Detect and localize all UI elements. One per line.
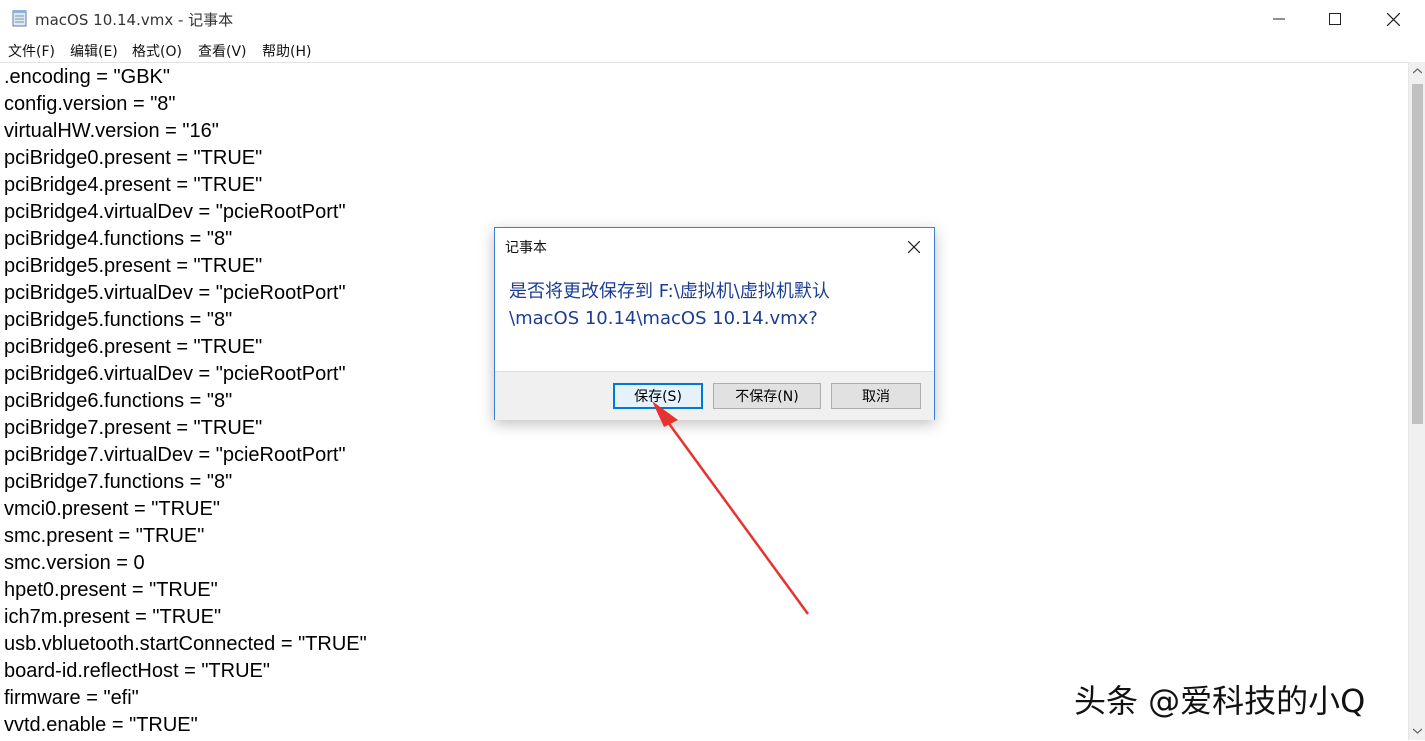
text-line: pciBridge5.functions = "8" — [4, 309, 233, 331]
dialog-title: 记事本 — [505, 240, 547, 256]
menu-edit[interactable]: 编辑(E) — [70, 41, 118, 61]
text-line: vmci0.present = "TRUE" — [4, 498, 220, 520]
dont-save-button[interactable]: 不保存(N) — [713, 383, 821, 409]
text-line: vvtd.enable = "TRUE" — [4, 714, 198, 736]
dialog-message-line: \macOS 10.14\macOS 10.14.vmx? — [509, 308, 818, 329]
text-line: pciBridge4.present = "TRUE" — [4, 174, 263, 196]
text-line: pciBridge0.present = "TRUE" — [4, 147, 263, 169]
dialog-message-line: 是否将更改保存到 F:\虚拟机\虚拟机默认 — [509, 281, 830, 302]
close-icon — [908, 241, 920, 253]
text-line: pciBridge7.present = "TRUE" — [4, 417, 263, 439]
menu-view[interactable]: 查看(V) — [198, 41, 247, 61]
close-button[interactable] — [1364, 0, 1422, 38]
menu-bar: 文件(F) 编辑(E) 格式(O) 查看(V) 帮助(H) — [0, 38, 1425, 62]
text-line: config.version = "8" — [4, 93, 176, 115]
window-title: macOS 10.14.vmx - 记事本 — [35, 11, 234, 29]
menu-help[interactable]: 帮助(H) — [262, 41, 311, 61]
text-line: pciBridge6.functions = "8" — [4, 390, 233, 412]
text-line: pciBridge6.virtualDev = "pcieRootPort" — [4, 363, 346, 385]
maximize-icon — [1329, 13, 1341, 25]
text-line: board-id.reflectHost = "TRUE" — [4, 660, 270, 682]
menu-file[interactable]: 文件(F) — [8, 41, 55, 61]
notepad-icon — [12, 10, 27, 27]
maximize-button[interactable] — [1306, 0, 1364, 38]
minimize-button[interactable] — [1250, 0, 1308, 38]
save-button[interactable]: 保存(S) — [613, 383, 703, 409]
text-line: pciBridge5.virtualDev = "pcieRootPort" — [4, 282, 346, 304]
text-line: firmware = "efi" — [4, 687, 139, 709]
text-line: virtualHW.version = "16" — [4, 120, 219, 142]
text-line: smc.present = "TRUE" — [4, 525, 205, 547]
text-line: ich7m.present = "TRUE" — [4, 606, 222, 628]
scroll-up-button[interactable] — [1409, 62, 1425, 79]
minimize-icon — [1273, 18, 1285, 20]
text-line: pciBridge5.present = "TRUE" — [4, 255, 263, 277]
chevron-down-icon — [1413, 728, 1422, 734]
scroll-down-button[interactable] — [1409, 722, 1425, 739]
save-changes-dialog: 记事本 是否将更改保存到 F:\虚拟机\虚拟机默认 \macOS 10.14\m… — [494, 227, 935, 420]
title-bar: macOS 10.14.vmx - 记事本 — [0, 0, 1425, 38]
close-icon — [1386, 12, 1400, 26]
text-line: pciBridge4.functions = "8" — [4, 228, 233, 250]
text-line: smc.version = 0 — [4, 552, 145, 574]
menu-format[interactable]: 格式(O) — [132, 41, 182, 61]
text-line: hpet0.present = "TRUE" — [4, 579, 218, 601]
text-line: pciBridge7.virtualDev = "pcieRootPort" — [4, 444, 346, 466]
text-line: .encoding = "GBK" — [4, 66, 170, 88]
text-line: usb.vbluetooth.startConnected = "TRUE" — [4, 633, 367, 655]
text-line: pciBridge4.virtualDev = "pcieRootPort" — [4, 201, 346, 223]
dialog-button-bar: 保存(S) 不保存(N) 取消 — [495, 371, 934, 420]
watermark: 头条 @爱科技的小Q — [1074, 682, 1366, 720]
text-line: pciBridge6.present = "TRUE" — [4, 336, 263, 358]
dialog-message: 是否将更改保存到 F:\虚拟机\虚拟机默认 \macOS 10.14\macOS… — [509, 278, 919, 332]
chevron-up-icon — [1413, 67, 1422, 73]
text-line: pciBridge7.functions = "8" — [4, 471, 233, 493]
dialog-close-button[interactable] — [899, 236, 929, 258]
scrollbar-thumb[interactable] — [1412, 84, 1423, 424]
cancel-button[interactable]: 取消 — [831, 383, 921, 409]
vertical-scrollbar[interactable] — [1408, 62, 1425, 740]
